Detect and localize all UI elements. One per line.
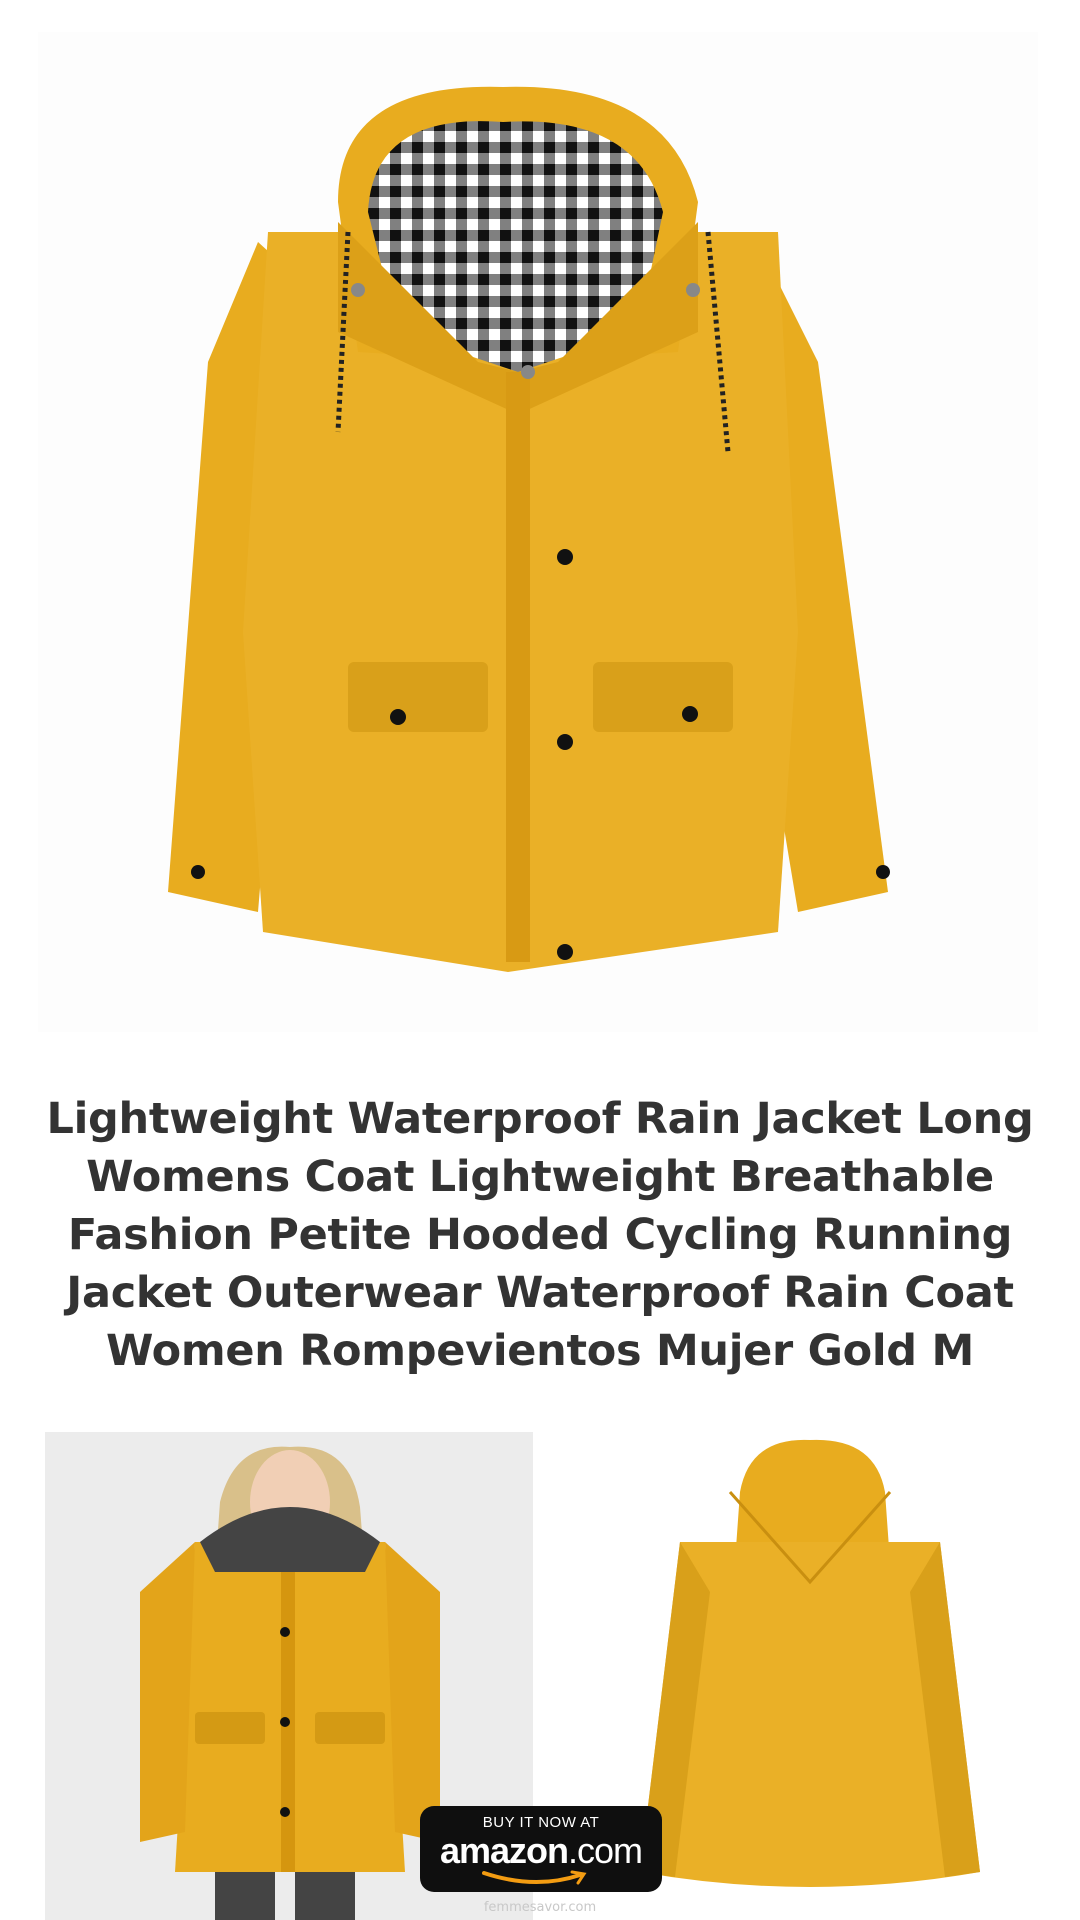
product-title: Lightweight Waterproof Rain Jacket Long … <box>46 1094 1034 1376</box>
amazon-logo: amazon.com <box>420 1832 662 1870</box>
amazon-smile-icon <box>482 1870 587 1885</box>
site-credit: femmesavor.com <box>483 1900 597 1915</box>
product-page: Lightweight Waterproof Rain Jacket Long … <box>0 0 1080 1920</box>
buy-on-amazon-button[interactable]: BUY IT NOW AT amazon.com <box>420 1806 662 1892</box>
amazon-logo-suffix: .com <box>568 1830 643 1871</box>
main-product-image[interactable] <box>38 32 1038 1032</box>
back-view-thumbnail-image[interactable] <box>600 1432 1020 1902</box>
rain-jacket-back-illustration <box>640 1439 980 1887</box>
rain-jacket-front-illustration <box>168 86 890 972</box>
amazon-logo-main: amazon <box>439 1830 569 1871</box>
